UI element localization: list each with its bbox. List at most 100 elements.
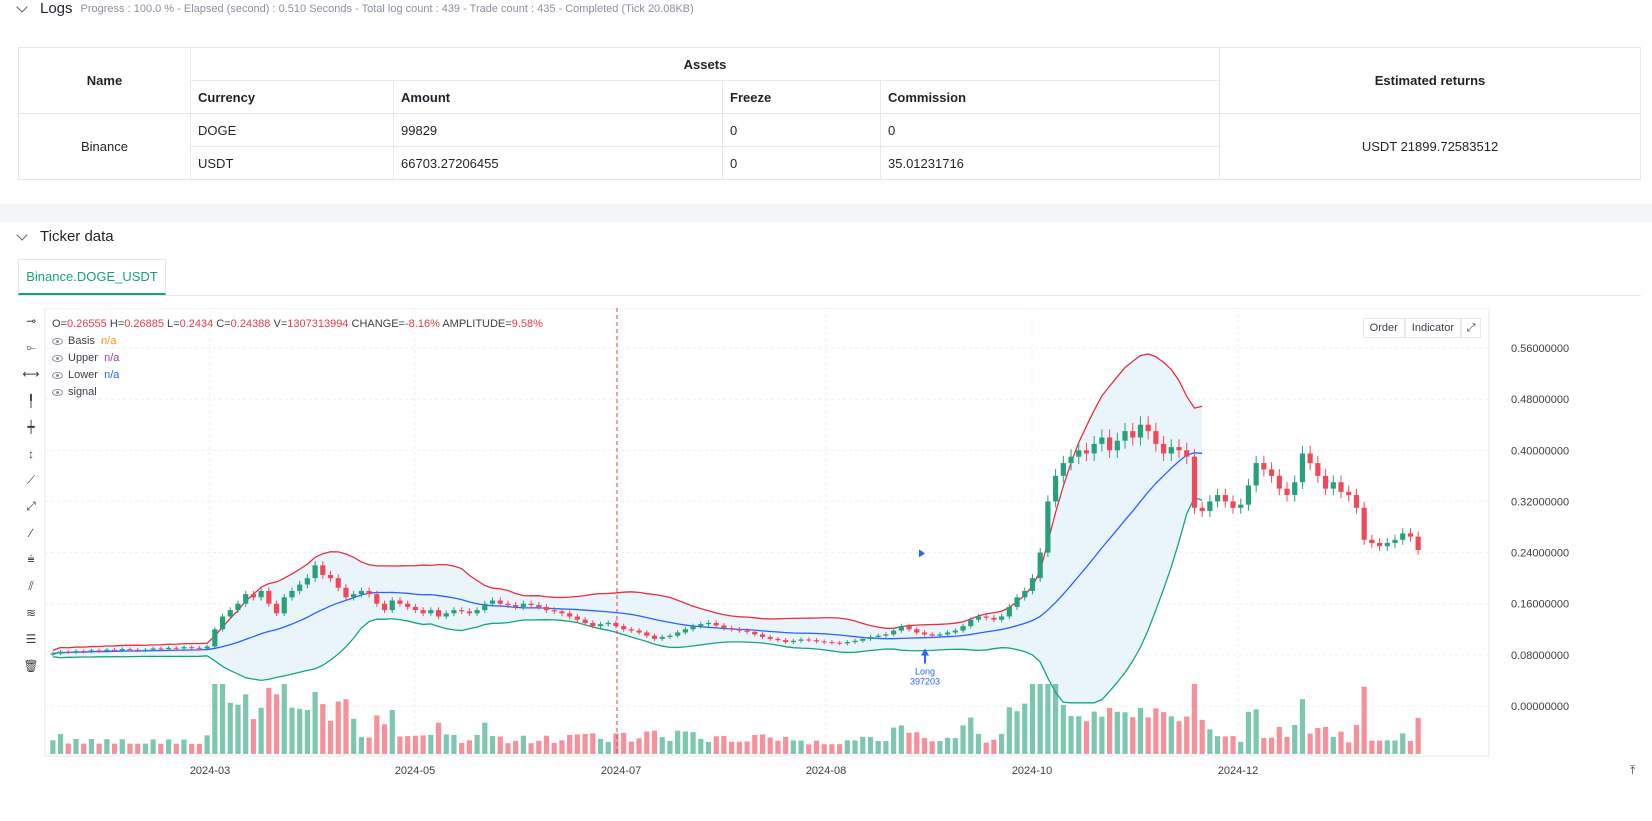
ticker-header[interactable]: Ticker data bbox=[16, 228, 114, 245]
volume-bar bbox=[1130, 717, 1136, 754]
legend-series-signal[interactable]: signal bbox=[52, 384, 543, 401]
candle-body bbox=[1330, 482, 1336, 489]
volume-bar bbox=[937, 741, 943, 754]
candle-body bbox=[1099, 437, 1105, 444]
candle-body bbox=[1315, 463, 1321, 476]
candle-body bbox=[235, 603, 241, 611]
candle-body bbox=[281, 597, 287, 614]
candle-body bbox=[1114, 440, 1120, 451]
volume-bar bbox=[127, 743, 133, 754]
indicator-button[interactable]: Indicator bbox=[1404, 318, 1461, 338]
value-high: 0.26885 bbox=[124, 318, 164, 330]
candle-body bbox=[1238, 504, 1244, 508]
candle-body bbox=[1022, 590, 1028, 598]
volume-bar bbox=[636, 738, 642, 754]
legend-series-lower[interactable]: Lower n/a bbox=[52, 367, 543, 384]
candle-body bbox=[698, 624, 704, 627]
volume-bar bbox=[667, 740, 673, 754]
volume-bar bbox=[1122, 712, 1128, 754]
value-volume: 1307313994 bbox=[287, 318, 349, 330]
candle-body bbox=[135, 649, 141, 651]
candle-body bbox=[104, 649, 110, 652]
volume-bar bbox=[266, 687, 272, 754]
candle-body bbox=[88, 650, 95, 652]
volume-bar bbox=[1245, 711, 1252, 754]
chart-area[interactable]: ⊸ ⟜ ⟷ ╿ ┿ ↕ ⟋ ⤢ ∕ ⩧ ⫽ ≋ ☰ 🗑 0.56000000 0.… bbox=[18, 308, 1641, 821]
volume-bar bbox=[165, 739, 172, 754]
candle-body bbox=[304, 578, 311, 585]
candle-body bbox=[713, 622, 719, 626]
candle-body bbox=[898, 626, 904, 631]
candle-body bbox=[243, 594, 249, 604]
volume-bar bbox=[1307, 733, 1313, 754]
volume-bar bbox=[1091, 711, 1097, 754]
candle-body bbox=[775, 638, 781, 641]
chevron-down-icon[interactable] bbox=[16, 228, 28, 241]
candle-body bbox=[158, 648, 164, 650]
candle-body bbox=[459, 610, 465, 612]
volume-bar bbox=[104, 739, 110, 754]
candle-body bbox=[489, 600, 496, 604]
candle-body bbox=[312, 565, 318, 579]
candle-body bbox=[821, 641, 827, 643]
candle-body bbox=[783, 640, 789, 643]
chart-legend: O=0.26555 H=0.26885 L=0.2434 C=0.24388 V… bbox=[52, 316, 543, 401]
volume-bar bbox=[1384, 740, 1390, 754]
candle-body bbox=[582, 619, 588, 623]
candle-body bbox=[682, 629, 688, 633]
order-button[interactable]: Order bbox=[1362, 318, 1405, 338]
candle-body bbox=[1307, 453, 1313, 464]
volume-bar bbox=[374, 715, 380, 754]
candle-body bbox=[952, 630, 958, 633]
cell-commission: 35.01231716 bbox=[880, 146, 1220, 180]
volume-bar bbox=[1068, 716, 1074, 754]
y-tick-label: 0.24000000 bbox=[1511, 548, 1569, 560]
candle-body bbox=[983, 616, 989, 618]
volume-bar bbox=[1230, 736, 1236, 754]
logs-header[interactable]: Logs Progress : 100.0 % - Elapsed (secon… bbox=[16, 0, 694, 17]
volume-bar bbox=[1299, 699, 1306, 754]
candle-body bbox=[258, 590, 264, 598]
volume-bar bbox=[1160, 712, 1167, 754]
candle-body bbox=[729, 628, 735, 630]
eye-icon[interactable] bbox=[52, 338, 63, 345]
volume-bar bbox=[790, 740, 796, 754]
candle-body bbox=[96, 650, 102, 652]
legend-series-basis[interactable]: Basis n/a bbox=[52, 333, 543, 350]
volume-bar bbox=[258, 707, 264, 754]
eye-icon[interactable] bbox=[52, 389, 63, 396]
candle-body bbox=[1168, 447, 1174, 454]
candle-body bbox=[528, 603, 534, 605]
volume-bar bbox=[829, 744, 835, 754]
eye-icon[interactable] bbox=[52, 355, 63, 362]
cell-freeze: 0 bbox=[722, 146, 881, 180]
volume-bar bbox=[1029, 684, 1036, 754]
legend-series-upper[interactable]: Upper n/a bbox=[52, 350, 543, 367]
candle-body bbox=[1407, 533, 1414, 537]
tab-doge-usdt[interactable]: Binance.DOGE_USDT bbox=[18, 259, 166, 295]
estimated-returns: USDT 21899.72583512 bbox=[1219, 113, 1641, 180]
volume-bar bbox=[1415, 717, 1421, 754]
ohlc-readout: O=0.26555 H=0.26885 L=0.2434 C=0.24388 V… bbox=[52, 316, 543, 333]
series-name: Basis bbox=[68, 335, 95, 347]
label-high: H= bbox=[109, 318, 125, 330]
fullscreen-icon[interactable]: ⤢ bbox=[1461, 318, 1481, 338]
volume-bar bbox=[644, 731, 650, 754]
candle-body bbox=[852, 640, 858, 643]
volume-bar bbox=[135, 743, 141, 754]
volume-bar bbox=[736, 741, 742, 754]
volume-bar bbox=[1315, 728, 1321, 754]
volume-bar bbox=[1022, 703, 1028, 754]
volume-bar bbox=[513, 740, 519, 754]
chevron-down-icon[interactable] bbox=[16, 0, 28, 13]
candle-body bbox=[127, 649, 133, 651]
eye-icon[interactable] bbox=[52, 372, 63, 379]
series-name: Lower bbox=[68, 369, 98, 381]
volume-bar bbox=[582, 733, 588, 754]
volume-bar bbox=[1261, 738, 1267, 754]
volume-bar bbox=[189, 743, 195, 754]
candle-body bbox=[1338, 482, 1344, 492]
y-tick-label: 0.56000000 bbox=[1511, 343, 1569, 355]
long-label: Long bbox=[915, 666, 935, 676]
value-change: -8.16% bbox=[405, 318, 440, 330]
